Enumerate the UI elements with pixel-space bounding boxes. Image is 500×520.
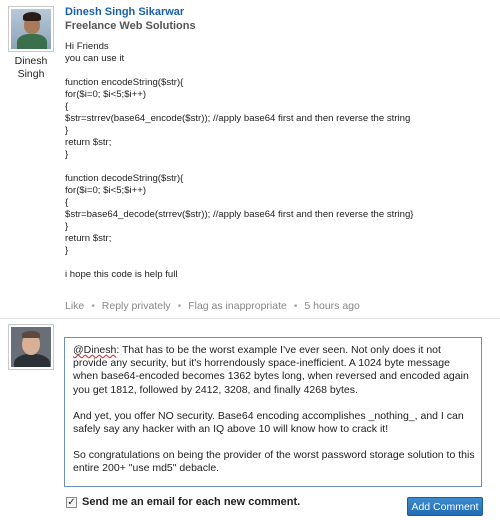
author-name-under-avatar: Dinesh Singh	[8, 55, 54, 81]
post-body-line: $str=strrev(base64_encode($str)); //appl…	[65, 113, 411, 124]
email-notify-label[interactable]: Send me an email for each new comment.	[82, 496, 300, 508]
comment-paragraph: @Dinesh: That has to be the worst exampl…	[73, 344, 475, 397]
post-body-line: for($i=0; $i<5;$i++)	[65, 185, 147, 196]
meta-separator: •	[91, 300, 95, 312]
post-body-line: }	[65, 125, 69, 136]
post-body-line: Hi Friends	[65, 41, 109, 52]
post-body-line: $str=base64_decode(strrev($str)); //appl…	[65, 209, 414, 220]
comment-paragraph: So congratulations on being the provider…	[73, 449, 475, 475]
author-middle-name: Singh	[17, 68, 45, 80]
post-body-line: {	[65, 101, 69, 112]
like-link[interactable]: Like	[65, 300, 84, 312]
add-comment-button[interactable]: Add Comment	[407, 497, 483, 516]
post-body-line: }	[65, 245, 69, 256]
post-body-line: }	[65, 149, 69, 160]
mention-text: @Dinesh	[73, 344, 117, 356]
author-avatar-image	[11, 9, 51, 49]
post-body-line: you can use it	[65, 53, 125, 64]
email-notify-checkbox[interactable]: ✓	[66, 497, 77, 508]
meta-separator: •	[177, 300, 182, 312]
post-body-line: for($i=0; $i<5;$i++)	[65, 89, 147, 100]
check-icon: ✓	[67, 496, 76, 508]
author-first-name: Dinesh	[14, 55, 48, 67]
post-body-line: return $str;	[65, 137, 112, 148]
comment-paragraph: And yet, you offer NO security. Base64 e…	[73, 410, 475, 436]
meta-separator: •	[293, 300, 298, 312]
timestamp[interactable]: 5 hours ago	[304, 300, 359, 312]
post-body-line: i hope this code is help full	[65, 269, 178, 280]
reply-privately-link[interactable]: Reply privately	[102, 300, 171, 312]
post-meta: Like • Reply privately • Flag as inappro…	[65, 300, 360, 312]
post-body-line: }	[65, 221, 69, 232]
post-body-line: return $str;	[65, 233, 112, 244]
comment-textarea[interactable]: @Dinesh: That has to be the worst exampl…	[64, 337, 482, 487]
reply-user-avatar-image	[11, 327, 51, 367]
comment-paragraph-text: And yet, you offer NO security. Base64 e…	[73, 409, 464, 436]
post-body-line: function decodeString($str){	[65, 173, 184, 184]
flag-inappropriate-link[interactable]: Flag as inappropriate	[188, 300, 287, 312]
comment-paragraph-text: So congratulations on being the provider…	[73, 449, 475, 475]
post-body-line: {	[65, 197, 69, 208]
author-avatar[interactable]	[8, 6, 54, 52]
comment-paragraph-text: : That has to be the worst example I've …	[73, 344, 469, 396]
author-name-link[interactable]: Dinesh Singh Sikarwar	[65, 6, 184, 18]
post-body: Hi Friends you can use it function encodeS…	[65, 41, 490, 281]
comment-post: Dinesh Singh Dinesh Singh Sikarwar Freel…	[0, 0, 500, 320]
reply-user-avatar[interactable]	[8, 324, 54, 370]
post-body-line: function encodeString($str){	[65, 77, 184, 88]
author-tagline: Freelance Web Solutions	[65, 20, 196, 32]
divider	[0, 318, 500, 319]
